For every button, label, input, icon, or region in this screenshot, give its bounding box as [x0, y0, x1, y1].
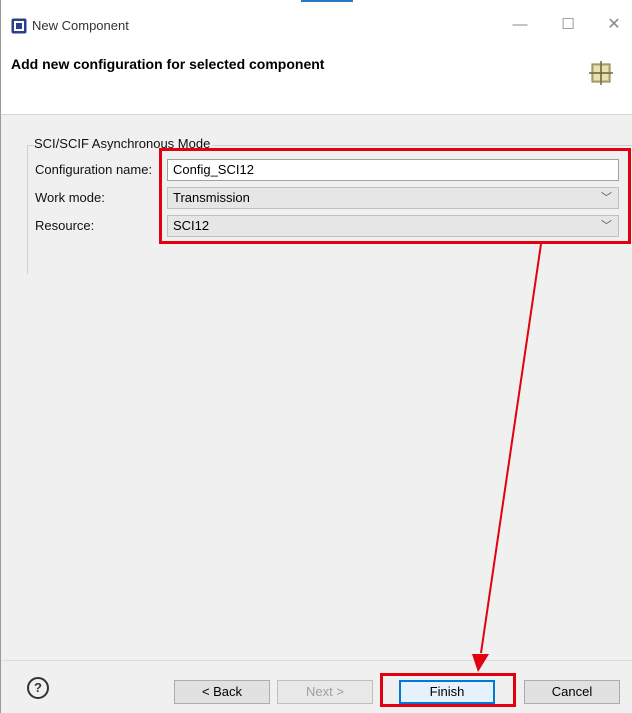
- dialog-header: Add new configuration for selected compo…: [1, 44, 632, 115]
- new-component-dialog: New Component — ☐ ✕ Add new configuratio…: [0, 0, 632, 713]
- maximize-button[interactable]: ☐: [557, 14, 579, 36]
- close-button[interactable]: ✕: [603, 14, 625, 36]
- title-bar: New Component — ☐ ✕: [1, 0, 632, 44]
- configuration-name-label: Configuration name:: [35, 162, 153, 177]
- page-title: Add new configuration for selected compo…: [11, 56, 325, 72]
- window-title: New Component: [32, 18, 129, 33]
- cancel-button[interactable]: Cancel: [524, 680, 620, 704]
- window-accent-line: [301, 0, 353, 2]
- next-button[interactable]: Next >: [277, 680, 373, 704]
- back-button[interactable]: < Back: [174, 680, 270, 704]
- help-icon[interactable]: ?: [27, 677, 49, 699]
- component-app-icon: [11, 18, 27, 34]
- dialog-footer: ? < Back Next > Finish Cancel: [1, 660, 632, 713]
- work-mode-label: Work mode:: [35, 190, 105, 205]
- fields-highlight-box: [159, 148, 631, 244]
- minimize-button[interactable]: —: [509, 14, 531, 36]
- resource-label: Resource:: [35, 218, 95, 233]
- finish-highlight-box: [380, 673, 516, 707]
- component-grid-icon: [589, 61, 613, 85]
